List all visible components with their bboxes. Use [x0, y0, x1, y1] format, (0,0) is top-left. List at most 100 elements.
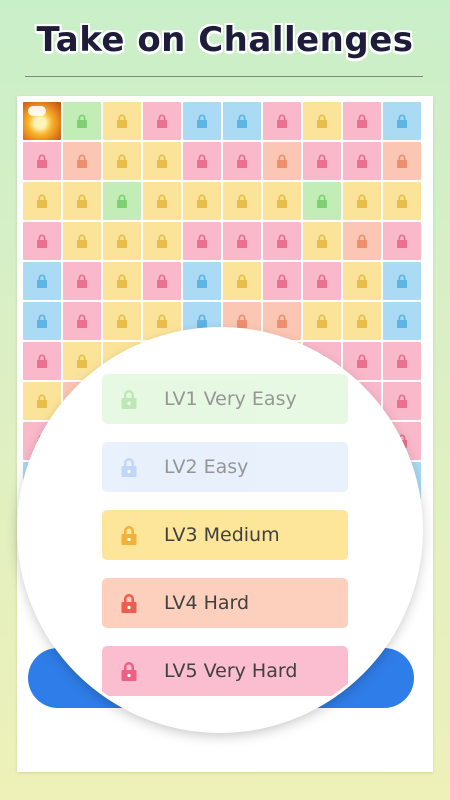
locked-level-cell[interactable] [183, 142, 221, 180]
lock-icon [237, 314, 247, 328]
lock-icon [397, 314, 407, 328]
locked-level-cell[interactable] [383, 142, 421, 180]
locked-level-cell[interactable] [383, 342, 421, 380]
locked-level-cell[interactable] [183, 262, 221, 300]
lock-icon [197, 194, 207, 208]
lock-icon [237, 234, 247, 248]
locked-level-cell[interactable] [143, 222, 181, 260]
completed-level-thumbnail[interactable] [23, 102, 61, 140]
level-button-lv3[interactable]: LV3 Medium [102, 510, 348, 560]
locked-level-cell[interactable] [303, 262, 341, 300]
locked-level-cell[interactable] [303, 182, 341, 220]
locked-level-cell[interactable] [23, 302, 61, 340]
locked-level-cell[interactable] [23, 342, 61, 380]
locked-level-cell[interactable] [263, 222, 301, 260]
locked-level-cell[interactable] [103, 182, 141, 220]
lock-icon [237, 114, 247, 128]
level-label: LV2 Easy [164, 456, 249, 478]
locked-level-cell[interactable] [263, 182, 301, 220]
lock-icon [157, 114, 167, 128]
lock-icon [157, 274, 167, 288]
locked-level-cell[interactable] [23, 222, 61, 260]
locked-level-cell[interactable] [63, 102, 101, 140]
locked-level-cell[interactable] [383, 382, 421, 420]
lock-icon [117, 274, 127, 288]
locked-level-cell[interactable] [223, 222, 261, 260]
lock-icon [397, 194, 407, 208]
lock-icon [77, 154, 87, 168]
locked-level-cell[interactable] [63, 302, 101, 340]
lock-icon [317, 194, 327, 208]
locked-level-cell[interactable] [63, 182, 101, 220]
level-button-lv4[interactable]: LV4 Hard [102, 578, 348, 628]
lock-icon [317, 314, 327, 328]
locked-level-cell[interactable] [183, 102, 221, 140]
locked-level-cell[interactable] [103, 102, 141, 140]
locked-level-cell[interactable] [263, 142, 301, 180]
locked-level-cell[interactable] [383, 102, 421, 140]
locked-level-cell[interactable] [103, 302, 141, 340]
locked-level-cell[interactable] [23, 142, 61, 180]
locked-level-cell[interactable] [23, 262, 61, 300]
level-button-lv2[interactable]: LV2 Easy [102, 442, 348, 492]
level-button-lv1[interactable]: LV1 Very Easy [102, 374, 348, 424]
lock-icon [77, 234, 87, 248]
locked-level-cell[interactable] [263, 102, 301, 140]
locked-level-cell[interactable] [223, 142, 261, 180]
locked-level-cell[interactable] [383, 222, 421, 260]
locked-level-cell[interactable] [103, 142, 141, 180]
lock-icon [277, 314, 287, 328]
locked-level-cell[interactable] [303, 102, 341, 140]
lock-icon [357, 234, 367, 248]
locked-level-cell[interactable] [103, 222, 141, 260]
locked-level-cell[interactable] [383, 182, 421, 220]
locked-level-cell[interactable] [303, 142, 341, 180]
locked-level-cell[interactable] [23, 182, 61, 220]
locked-level-cell[interactable] [343, 262, 381, 300]
lock-icon [157, 154, 167, 168]
locked-level-cell[interactable] [143, 102, 181, 140]
lock-icon [77, 194, 87, 208]
locked-level-cell[interactable] [303, 222, 341, 260]
level-button-lv5[interactable]: LV5 Very Hard [102, 646, 348, 696]
locked-level-cell[interactable] [383, 302, 421, 340]
locked-level-cell[interactable] [303, 302, 341, 340]
locked-level-cell[interactable] [63, 262, 101, 300]
lock-icon [357, 194, 367, 208]
locked-level-cell[interactable] [263, 302, 301, 340]
lock-icon [77, 354, 87, 368]
locked-level-cell[interactable] [263, 262, 301, 300]
locked-level-cell[interactable] [343, 182, 381, 220]
lock-icon [317, 154, 327, 168]
locked-level-cell[interactable] [103, 262, 141, 300]
lock-icon [397, 154, 407, 168]
locked-level-cell[interactable] [143, 142, 181, 180]
lock-icon [197, 234, 207, 248]
lock-icon [37, 354, 47, 368]
lock-icon [357, 114, 367, 128]
locked-level-cell[interactable] [343, 342, 381, 380]
lock-icon [237, 194, 247, 208]
locked-level-cell[interactable] [223, 102, 261, 140]
divider [25, 76, 423, 77]
locked-level-cell[interactable] [223, 262, 261, 300]
locked-level-cell[interactable] [143, 262, 181, 300]
lock-icon [37, 314, 47, 328]
locked-level-cell[interactable] [343, 222, 381, 260]
level-label: LV4 Hard [164, 592, 250, 614]
lock-icon [157, 234, 167, 248]
locked-level-cell[interactable] [343, 102, 381, 140]
locked-level-cell[interactable] [343, 142, 381, 180]
locked-level-cell[interactable] [183, 222, 221, 260]
locked-level-cell[interactable] [343, 302, 381, 340]
locked-level-cell[interactable] [63, 222, 101, 260]
lock-icon [317, 234, 327, 248]
locked-level-cell[interactable] [383, 262, 421, 300]
locked-level-cell[interactable] [223, 182, 261, 220]
locked-level-cell[interactable] [143, 182, 181, 220]
locked-level-cell[interactable] [63, 142, 101, 180]
lock-icon [317, 274, 327, 288]
lock-icon [277, 114, 287, 128]
lock-icon [397, 354, 407, 368]
locked-level-cell[interactable] [183, 182, 221, 220]
